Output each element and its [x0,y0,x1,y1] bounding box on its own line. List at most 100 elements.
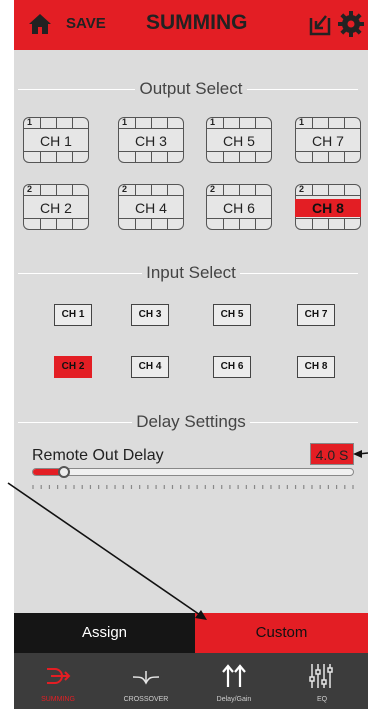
slider-tick [221,485,223,489]
output-ch-label: CH 3 [135,133,167,149]
slider-tick [48,485,51,489]
slider-tick [335,485,338,489]
slider-tick [188,485,190,489]
output-group-number: 1 [299,117,305,127]
output-ch-label: CH 4 [135,200,167,216]
page-title: SUMMING [146,11,248,34]
output-ch-label: CH 6 [223,200,255,216]
output-group-number: 2 [122,184,128,194]
output-ch3-button[interactable]: 1 CH 3 [118,117,184,163]
delay-value-field[interactable]: 4.0 S [310,443,354,465]
input-ch8-button[interactable]: CH 8 [297,356,335,378]
nav-label: CROSSOVER [123,696,169,703]
output-group-number: 2 [299,184,305,194]
slider-tick [81,485,83,489]
output-ch4-button[interactable]: 2 CH 4 [118,184,184,230]
slider-tick [73,485,75,489]
output-ch8-button[interactable]: 2 CH 8 [295,184,361,230]
slider-tick [89,485,92,489]
output-ch-label: CH 5 [223,133,255,149]
slider-tick [270,485,272,489]
output-ch-label: CH 7 [312,133,344,149]
input-select-section: Input Select [14,263,368,283]
home-icon[interactable] [28,13,52,35]
assign-tab[interactable]: Assign [14,613,195,653]
input-ch2-button[interactable]: CH 2 [54,356,92,378]
slider-tick [278,485,280,489]
nav-label: Delay/Gain [216,696,252,703]
slider-tick [65,485,67,489]
nav-crossover[interactable]: CROSSOVER [102,653,190,709]
input-ch3-button[interactable]: CH 3 [131,304,169,326]
slider-tick [122,485,124,489]
slider-tick [32,485,34,489]
slider-tick [114,485,116,489]
input-ch1-button[interactable]: CH 1 [54,304,92,326]
summing-icon [47,668,71,684]
slider-tick [139,485,141,489]
delay-settings-title: Delay Settings [132,412,250,431]
slider-tick [319,485,321,489]
save-button[interactable]: SAVE [66,15,106,32]
input-ch4-button[interactable]: CH 4 [131,356,169,378]
delay-slider-track[interactable] [32,468,354,476]
slider-tick [262,485,264,489]
delay-settings-section: Delay Settings [14,412,368,432]
slider-tick [147,485,149,489]
output-group-number: 2 [27,184,33,194]
slider-tick [196,485,198,489]
output-ch5-button[interactable]: 1 CH 5 [206,117,272,163]
slider-tick [229,485,231,489]
slider-tick [204,485,206,489]
delay-slider-ticks [32,485,354,489]
slider-tick [245,485,247,489]
slider-tick [303,485,305,489]
output-select-title: Output Select [135,79,247,98]
slider-tick [286,485,288,489]
output-ch1-button[interactable]: 1 CH 1 [23,117,89,163]
output-group-number: 1 [210,117,216,127]
output-select-section: Output Select [14,79,368,99]
bottom-nav: SUMMING CROSSOVER Delay/Gain EQ [14,653,368,709]
input-select-title: Input Select [142,263,240,282]
nav-label: EQ [316,696,328,703]
crossover-icon [132,671,160,685]
slider-tick [311,485,313,489]
output-ch-label: CH 8 [295,199,361,217]
nav-delay-gain[interactable]: Delay/Gain [190,653,278,709]
delay-gain-icon [222,664,246,687]
top-bar: SAVE SUMMING [14,0,368,50]
export-icon[interactable] [308,13,332,37]
nav-eq[interactable]: EQ [278,653,366,709]
slider-tick [130,485,133,489]
slider-tick [98,485,100,489]
output-ch6-button[interactable]: 2 CH 6 [206,184,272,230]
input-ch6-button[interactable]: CH 6 [213,356,251,378]
slider-tick [180,485,182,489]
slider-tick [327,485,329,489]
nav-summing[interactable]: SUMMING [14,653,102,709]
input-ch7-button[interactable]: CH 7 [297,304,335,326]
slider-tick [40,485,42,489]
output-ch-label: CH 1 [40,133,72,149]
delay-slider-thumb[interactable] [58,466,71,478]
slider-tick [163,485,165,489]
slider-tick [155,485,157,489]
remote-out-delay-label: Remote Out Delay [32,447,164,464]
gear-icon[interactable] [338,11,364,37]
slider-tick [171,485,174,489]
slider-tick [212,485,215,489]
output-ch7-button[interactable]: 1 CH 7 [295,117,361,163]
nav-label: SUMMING [41,696,75,703]
output-ch2-button[interactable]: 2 CH 2 [23,184,89,230]
slider-tick [344,485,346,489]
input-ch5-button[interactable]: CH 5 [213,304,251,326]
slider-tick [294,485,297,489]
slider-tick [57,485,59,489]
custom-tab[interactable]: Custom [195,613,368,653]
slider-tick [352,485,354,489]
output-group-number: 1 [27,117,33,127]
slider-tick [253,485,256,489]
slider-tick [237,485,239,489]
slider-tick [106,485,108,489]
